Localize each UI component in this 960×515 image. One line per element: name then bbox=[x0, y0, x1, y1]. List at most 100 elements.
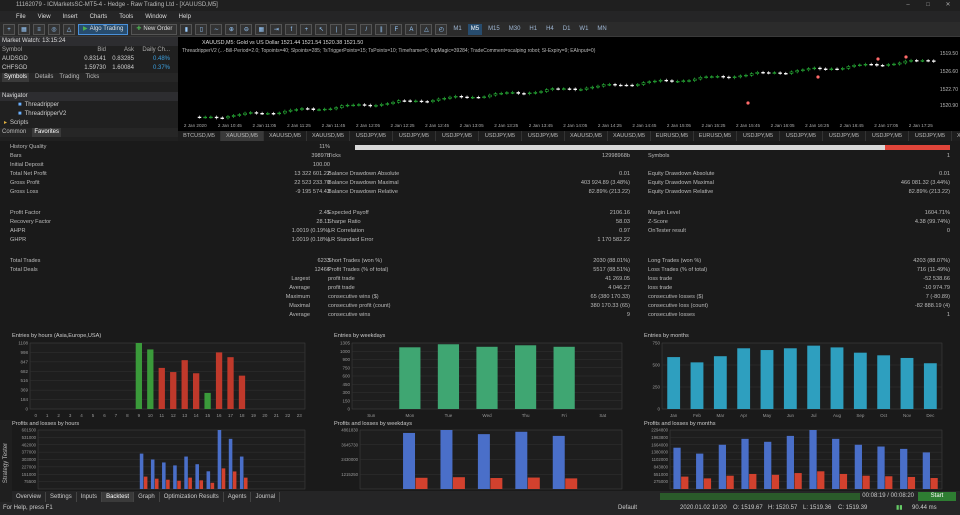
chart-tab[interactable]: EURUSD,M5 bbox=[651, 131, 694, 141]
menu-window[interactable]: Window bbox=[145, 14, 166, 20]
col-bid[interactable]: Bid bbox=[78, 46, 106, 55]
new-order-button[interactable]: ✚ New Order bbox=[131, 23, 178, 35]
chart-tab[interactable]: BTCUSD,M5 bbox=[178, 131, 221, 141]
chart-tab[interactable]: USDJPY,M5 bbox=[522, 131, 565, 141]
loss-bar bbox=[565, 478, 578, 489]
chart-tab[interactable]: XAUUSD,M5 bbox=[608, 131, 651, 141]
text-icon[interactable]: A bbox=[405, 23, 418, 35]
menu-tools[interactable]: Tools bbox=[119, 14, 133, 20]
zoom-out-icon[interactable]: ⊖ bbox=[240, 23, 253, 35]
x-tick-label: Jul bbox=[811, 413, 817, 418]
chart-tab[interactable]: USDJPY,M5 bbox=[780, 131, 823, 141]
chart-tab[interactable]: USDJPY,M5 bbox=[350, 131, 393, 141]
timeframe-m30[interactable]: M30 bbox=[506, 24, 524, 35]
menu-insert[interactable]: Insert bbox=[63, 14, 78, 20]
chart-tab[interactable]: XAUUSD,M5 bbox=[221, 131, 264, 141]
start-button[interactable]: Start bbox=[918, 492, 956, 501]
maximize-icon[interactable]: □ bbox=[918, 0, 938, 11]
autoscroll-icon[interactable]: ⇥ bbox=[270, 23, 283, 35]
status-profile[interactable]: Default bbox=[618, 502, 637, 515]
timeframe-h1[interactable]: H1 bbox=[526, 24, 540, 35]
crosshair-icon[interactable]: + bbox=[300, 23, 313, 35]
tab-optimization-results[interactable]: Optimization Results bbox=[160, 491, 224, 502]
chart-tab[interactable]: USDJPY,M5 bbox=[479, 131, 522, 141]
tab-settings[interactable]: Settings bbox=[46, 491, 77, 502]
chart-tab[interactable]: USDJPY,M5 bbox=[909, 131, 952, 141]
tab-overview[interactable]: Overview bbox=[12, 491, 47, 502]
tab-common[interactable]: Common bbox=[2, 128, 26, 137]
chart-tab[interactable]: XAUUSD,M5 bbox=[952, 131, 960, 141]
tab-graph[interactable]: Graph bbox=[134, 491, 160, 502]
stat-text: LR Standard Error bbox=[328, 237, 374, 243]
chart-tab[interactable]: USDJPY,M5 bbox=[823, 131, 866, 141]
time-label: 2 Jan 14:25 bbox=[597, 123, 622, 128]
shapes-icon[interactable]: △ bbox=[420, 23, 433, 35]
menu-help[interactable]: Help bbox=[179, 14, 191, 20]
candle-chart-icon[interactable]: ▯ bbox=[195, 23, 208, 35]
chart-tab[interactable]: EURUSD,M5 bbox=[694, 131, 737, 141]
close-icon[interactable]: ✕ bbox=[938, 0, 958, 11]
col-ask[interactable]: Ask bbox=[106, 46, 134, 55]
col-symbol[interactable]: Symbol bbox=[0, 46, 78, 55]
tab-agents[interactable]: Agents bbox=[224, 491, 252, 502]
market-watch-row[interactable]: CHFSGD 1.59730 1.60084 0.37% bbox=[0, 64, 178, 73]
col-change[interactable]: Daily Ch... bbox=[134, 46, 170, 55]
bar bbox=[158, 367, 165, 409]
chart-tab[interactable]: USDJPY,M5 bbox=[393, 131, 436, 141]
grid-icon[interactable]: ▦ bbox=[255, 23, 268, 35]
horizontal-line-icon[interactable]: — bbox=[345, 23, 358, 35]
menu-view[interactable]: View bbox=[38, 14, 51, 20]
fibo-icon[interactable]: F bbox=[390, 23, 403, 35]
tab-journal[interactable]: Journal bbox=[251, 491, 281, 502]
chart-tab[interactable]: USDJPY,M5 bbox=[866, 131, 909, 141]
price-chart[interactable]: XAUUSD,M5: Gold vs US Dollar 1521.44 152… bbox=[178, 37, 960, 131]
chart-tab[interactable]: XAUUSD,M5 bbox=[307, 131, 350, 141]
menu-file[interactable]: File bbox=[16, 14, 26, 20]
tab-favorites[interactable]: Favorites bbox=[32, 128, 62, 137]
navigator-item[interactable]: ■ Threadripper bbox=[0, 101, 178, 110]
market-icon[interactable]: ◎ bbox=[48, 23, 60, 35]
chart-tab[interactable]: USDJPY,M5 bbox=[737, 131, 780, 141]
bar bbox=[192, 373, 200, 409]
timeframe-h4[interactable]: H4 bbox=[543, 24, 557, 35]
timeframe-mn[interactable]: MN bbox=[594, 24, 609, 35]
bar-chart-icon[interactable]: ▮ bbox=[180, 23, 193, 35]
candle bbox=[231, 115, 236, 117]
tab-ticks[interactable]: Ticks bbox=[85, 73, 99, 82]
zoom-in-icon[interactable]: ⊕ bbox=[225, 23, 238, 35]
timeframe-menu-icon[interactable]: ◴ bbox=[435, 23, 448, 35]
trendline-icon[interactable]: / bbox=[360, 23, 373, 35]
line-chart-icon[interactable]: ∼ bbox=[210, 23, 223, 35]
x-tick-label: Jan bbox=[670, 413, 678, 418]
new-chart-icon[interactable]: + bbox=[3, 23, 15, 35]
tab-inputs[interactable]: Inputs bbox=[77, 491, 103, 502]
navigator-item[interactable]: ■ ThreadripperV2 bbox=[0, 110, 178, 119]
vertical-line-icon[interactable]: | bbox=[330, 23, 343, 35]
timeframe-d1[interactable]: D1 bbox=[560, 24, 574, 35]
minimize-icon[interactable]: – bbox=[898, 0, 918, 11]
strategy-tester-icon[interactable]: △ bbox=[63, 23, 75, 35]
algo-trading-button[interactable]: ▶ Algo Trading bbox=[78, 23, 129, 35]
strategy-tester-side-tab[interactable]: Strategy Tester bbox=[0, 420, 12, 502]
timeframe-w1[interactable]: W1 bbox=[576, 24, 591, 35]
market-watch-row[interactable]: AUDSGD 0.83141 0.83285 0.48% bbox=[0, 55, 178, 64]
chart-tab[interactable]: USDJPY,M5 bbox=[436, 131, 479, 141]
tab-trading[interactable]: Trading bbox=[59, 73, 79, 82]
cursor-icon[interactable]: ↖ bbox=[315, 23, 328, 35]
candle bbox=[391, 101, 395, 104]
chart-tabs: BTCUSD,M5 XAUUSD,M5 XAUUSD,M5 XAUUSD,M5 USDJ… bbox=[178, 131, 960, 141]
indicators-icon[interactable]: f bbox=[285, 23, 298, 35]
tab-backtest[interactable]: Backtest bbox=[102, 491, 135, 502]
ide-icon[interactable]: ≡ bbox=[33, 23, 45, 35]
timeframe-m15[interactable]: M15 bbox=[485, 24, 503, 35]
menu-charts[interactable]: Charts bbox=[90, 14, 108, 20]
tab-details[interactable]: Details bbox=[35, 73, 53, 82]
chart-tab[interactable]: XAUUSD,M5 bbox=[264, 131, 307, 141]
timeframe-m1[interactable]: M1 bbox=[450, 24, 464, 35]
timeframe-m5[interactable]: M5 bbox=[467, 23, 483, 35]
chart-tab[interactable]: XAUUSD,M5 bbox=[565, 131, 608, 141]
navigator-item[interactable]: ▸ Scripts bbox=[0, 119, 178, 128]
profiles-icon[interactable]: ▦ bbox=[18, 23, 30, 35]
tab-symbols[interactable]: Symbols bbox=[2, 73, 30, 82]
channel-icon[interactable]: ∥ bbox=[375, 23, 388, 35]
